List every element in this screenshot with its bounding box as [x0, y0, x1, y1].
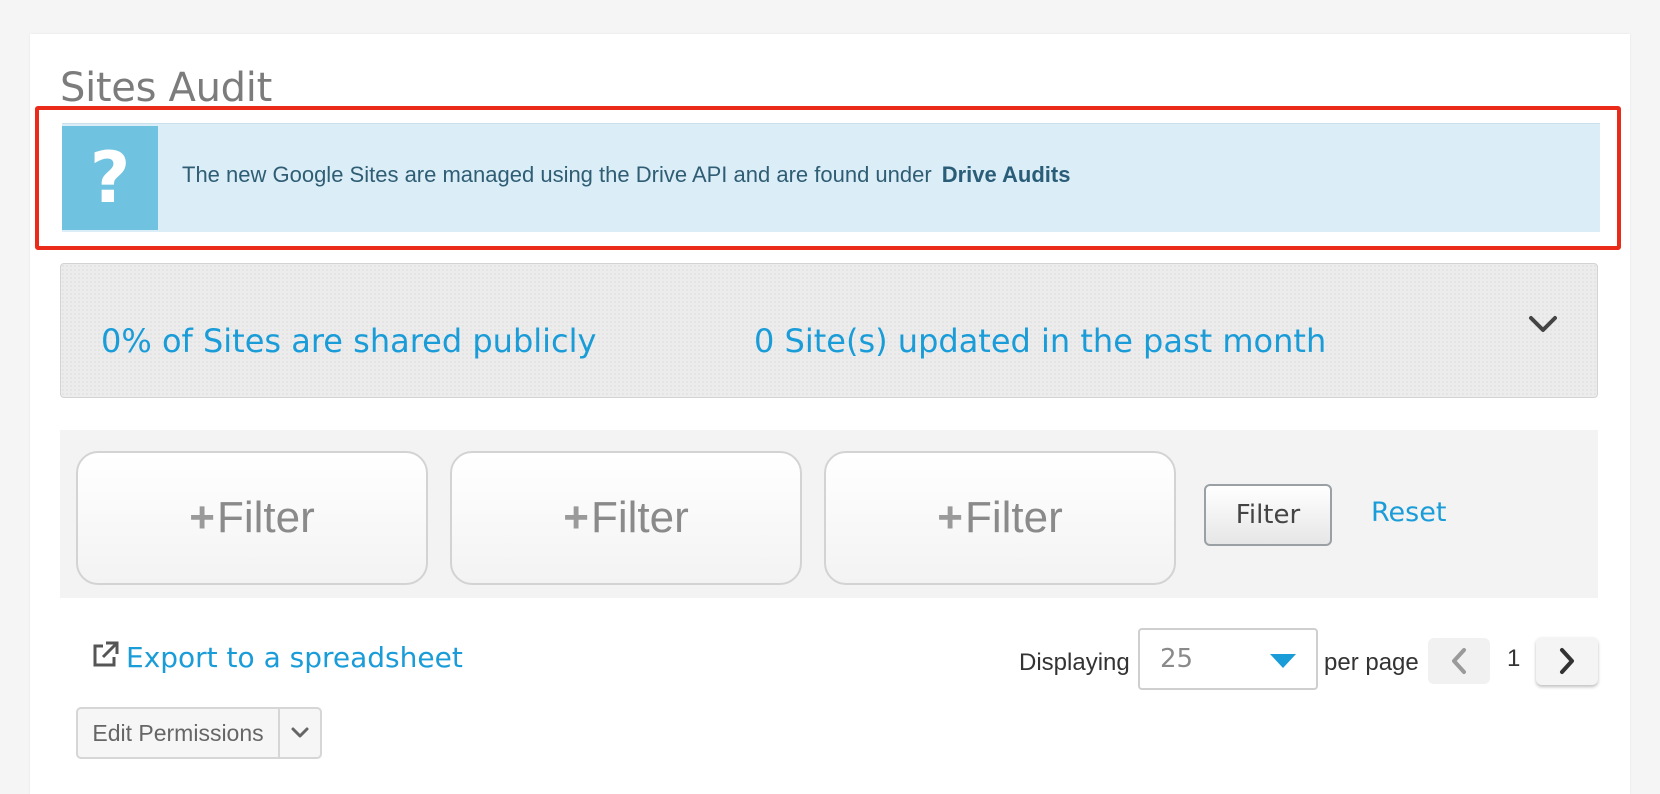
displaying-label: Displaying: [1019, 649, 1130, 676]
add-filter-label: Filter: [964, 493, 1063, 542]
export-label: Export to a spreadsheet: [126, 640, 463, 674]
next-page-button[interactable]: [1536, 637, 1598, 685]
filter-panel: + Filter + Filter + Filter Filter Reset: [60, 430, 1598, 598]
edit-permissions-button[interactable]: Edit Permissions: [76, 707, 322, 759]
per-page-select[interactable]: 25: [1138, 628, 1318, 690]
plus-icon: +: [189, 493, 215, 542]
add-filter-slot-3[interactable]: + Filter: [824, 451, 1176, 585]
chevron-down-icon: [291, 727, 309, 738]
external-link-icon: [90, 640, 120, 674]
filter-button[interactable]: Filter: [1204, 484, 1332, 546]
plus-icon: +: [937, 493, 963, 542]
export-spreadsheet-link[interactable]: Export to a spreadsheet: [90, 640, 463, 674]
previous-page-button[interactable]: [1428, 638, 1490, 684]
reset-link[interactable]: Reset: [1371, 497, 1446, 528]
public-share-stat[interactable]: 0% of Sites are shared publicly: [101, 322, 596, 360]
add-filter-slot-1[interactable]: + Filter: [76, 451, 428, 585]
add-filter-label: Filter: [590, 493, 689, 542]
per-page-value: 25: [1160, 644, 1194, 674]
caret-down-icon: [1270, 654, 1296, 668]
stats-summary-panel: 0% of Sites are shared publicly 0 Site(s…: [60, 263, 1598, 398]
edit-permissions-dropdown-toggle[interactable]: [280, 709, 320, 757]
recent-updates-stat[interactable]: 0 Site(s) updated in the past month: [754, 322, 1326, 360]
add-filter-label: Filter: [216, 493, 315, 542]
per-page-label: per page: [1324, 649, 1419, 676]
annotation-highlight-box: [35, 106, 1621, 250]
chevron-right-icon: [1560, 648, 1574, 674]
plus-icon: +: [563, 493, 589, 542]
edit-permissions-label: Edit Permissions: [78, 709, 280, 757]
chevron-down-icon[interactable]: [1523, 304, 1563, 344]
add-filter-slot-2[interactable]: + Filter: [450, 451, 802, 585]
current-page-number: 1: [1507, 645, 1521, 672]
chevron-left-icon: [1452, 648, 1466, 674]
